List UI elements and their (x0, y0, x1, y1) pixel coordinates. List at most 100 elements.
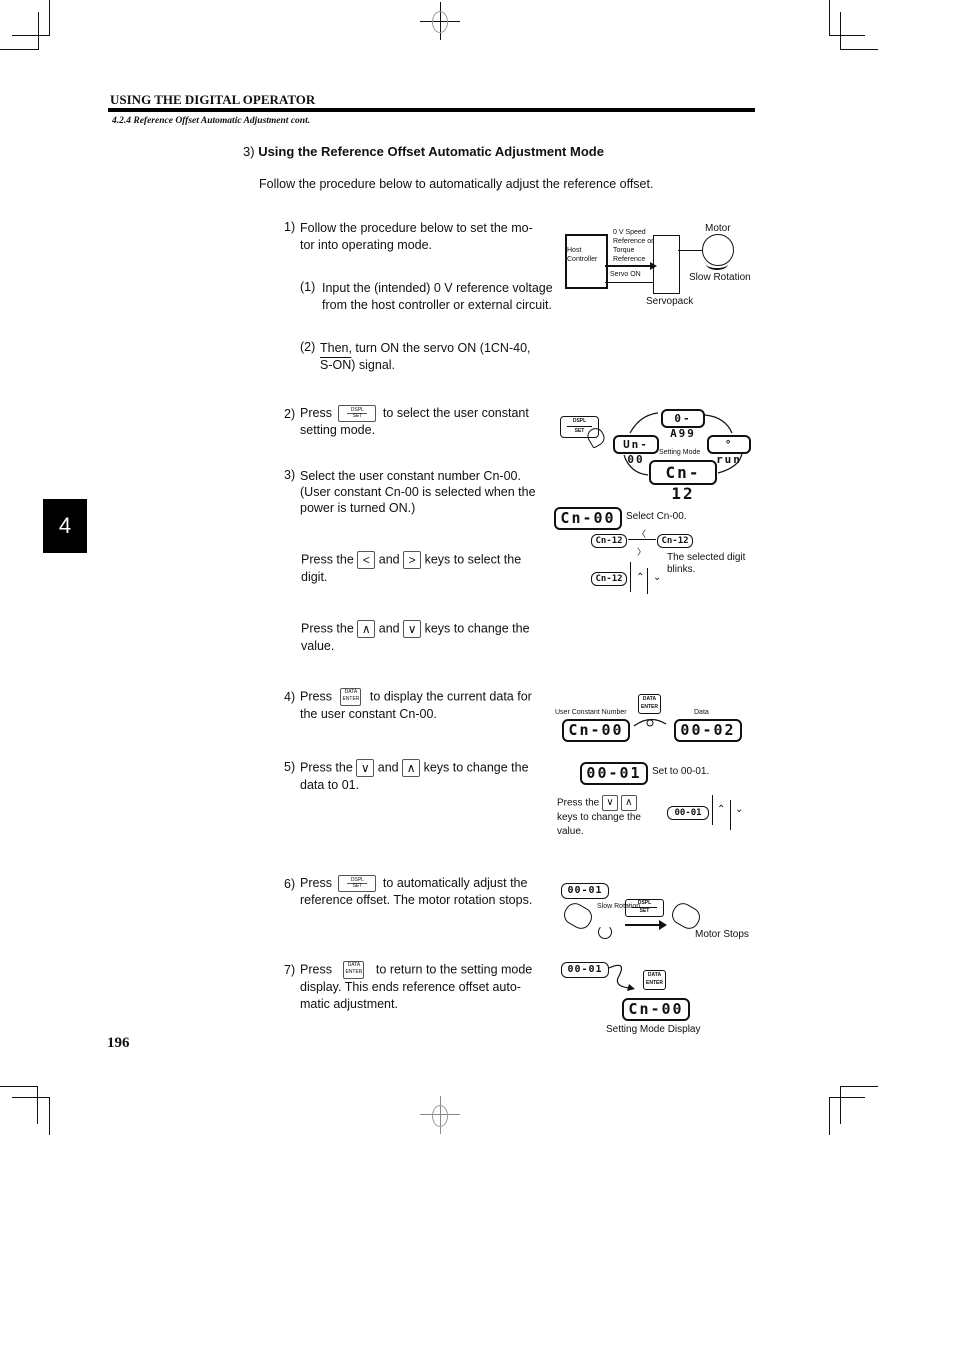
page-number: 196 (107, 1035, 130, 1051)
section-title: Using the Reference Offset Automatic Adj… (258, 144, 604, 159)
dspl-set-key[interactable]: DSPL SET (338, 405, 377, 423)
right-key-icon: 〉 (637, 547, 647, 557)
step-7-text: Press DATA ENTER to return to the setting… (300, 961, 533, 1011)
left-key[interactable]: < (357, 551, 376, 569)
motor-stopped-icon (668, 899, 704, 933)
subsection-title: 4.2.4 Reference Offset Automatic Adjustm… (112, 116, 311, 126)
display-updown: Cn-12 (591, 572, 627, 586)
step-1-text: Follow the procedure below to set the mo… (300, 220, 533, 254)
step-1-number: 1) (284, 220, 296, 234)
substep-2-line2: ) signal. (351, 358, 396, 372)
down-key-illustration: ∨ (602, 795, 619, 811)
down-arrow-icon (647, 568, 648, 594)
step-3-line2: (User constant Cn-00 is selected when th… (300, 485, 536, 499)
substep-2-line1: Then, turn ON the servo ON (1CN-40, (320, 341, 531, 355)
display-00-01-step6: 00-01 (561, 883, 609, 899)
swap-arrows-icon (628, 539, 656, 540)
reference-line (605, 265, 653, 267)
servopack-box (653, 235, 680, 294)
step-6-number: 6) (284, 877, 296, 891)
dspl-set-key-step6[interactable]: DSPL SET (338, 875, 377, 893)
rotation-arrow-icon (706, 258, 728, 270)
rotation-icon (598, 925, 612, 939)
return-arrow-icon (608, 964, 635, 991)
display-cn-00: Cn-00 (554, 507, 622, 530)
data-enter-key-illustration-2: DATA ENTER (643, 970, 666, 990)
motor-line (678, 250, 702, 251)
display-small-00-01: 00-01 (667, 806, 709, 820)
step-4-number: 4) (284, 690, 296, 704)
substep-1-text: Input the (intended) 0 V reference volta… (322, 280, 553, 314)
substep-1-line1: Input the (intended) 0 V reference volta… (322, 281, 553, 295)
right-key[interactable]: > (403, 551, 422, 569)
select-caption: Select Cn-00. (626, 511, 687, 522)
section-heading: 3) Using the Reference Offset Automatic … (243, 144, 604, 159)
signal-reference-label: 0 V Speed Reference or Torque Reference (613, 229, 654, 263)
header-rule (108, 108, 755, 112)
step-7-number: 7) (284, 963, 296, 977)
servo-on-label: Servo ON (610, 271, 641, 278)
substep-2-number: (2) (300, 340, 316, 354)
set-caption: Set to 00-01. (652, 766, 710, 777)
step-2-line2: setting mode. (300, 423, 376, 438)
host-controller-label: Host Controller (567, 247, 598, 263)
servopack-label: Servopack (646, 296, 694, 307)
down-arrow-icon-2 (730, 800, 731, 830)
display-cn-00-left: Cn-00 (562, 719, 630, 742)
step-3-text: Select the user constant number Cn-00. (… (300, 468, 536, 516)
up-key-step5[interactable]: ∧ (402, 759, 421, 777)
substep-2-text: Then, turn ON the servo ON (1CN-40, S-ON… (320, 340, 531, 374)
stop-arrow-icon (659, 920, 667, 930)
intro-text: Follow the procedure below to automatica… (259, 177, 654, 191)
step-5-text: Press the ∨ and ∧ keys to change the dat… (300, 759, 529, 792)
up-key-icon-2: ⌃ (717, 804, 726, 815)
servo-on-line (605, 282, 653, 283)
data-enter-key-illustration: DATA ENTER (638, 694, 661, 714)
display-00-01-step7: 00-01 (561, 962, 609, 978)
digit-select-text: Press the < and > keys to select the dig… (301, 551, 522, 584)
stop-arrow-line (625, 924, 661, 926)
running-head: USING THE DIGITAL OPERATOR (110, 92, 316, 107)
step-2-text: Press DSPL SET to select the user constan… (300, 405, 529, 439)
up-key[interactable]: ∧ (357, 620, 376, 638)
data-enter-key[interactable]: DATA ENTER (340, 688, 362, 706)
chapter-tab: 4 (43, 499, 87, 553)
step-2-pre: Press (300, 406, 332, 420)
cycle-arrows-icon (623, 412, 743, 476)
down-key[interactable]: ∨ (403, 620, 422, 638)
down-key-icon-2: ⌄ (735, 804, 744, 815)
step-3-line1: Select the user constant number Cn-00. (300, 469, 521, 483)
data-enter-key-step7[interactable]: DATA ENTER (343, 961, 365, 979)
display-00-02: 00-02 (674, 719, 742, 742)
down-key-icon: ⌄ (653, 572, 662, 583)
step-1-line1: Follow the procedure below to set the mo… (300, 221, 533, 235)
step-2-number: 2) (284, 407, 296, 421)
motor-rotating-icon (560, 899, 596, 933)
motor-label: Motor (705, 223, 731, 234)
setting-mode-display-caption: Setting Mode Display (606, 1024, 701, 1035)
value-change-text: Press the ∧ and ∨ keys to change the val… (301, 620, 530, 653)
dspl-set-key-illustration-2: DSPL SET (625, 899, 664, 917)
blink-caption: The selected digit blinks. (667, 552, 746, 575)
step-1-line2: tor into operating mode. (300, 238, 433, 252)
up-arrow-icon (630, 562, 631, 592)
step-2-post: to select the user constant (382, 406, 529, 420)
step-4-text: Press DATA ENTER to display the current d… (300, 688, 532, 721)
slow-rotation-label: Slow Rotation (689, 272, 751, 283)
display-cn-00-final: Cn-00 (622, 998, 690, 1021)
transition-arrow-icon (633, 718, 667, 727)
step-3-line3: power is turned ON.) (300, 501, 416, 515)
step-5-number: 5) (284, 760, 296, 774)
user-constant-number-label: User Constant Number (555, 709, 627, 716)
down-key-step5[interactable]: ∨ (356, 759, 375, 777)
substep-1-line2: from the host controller or external cir… (322, 298, 552, 312)
section-number: 3) (243, 144, 255, 159)
up-key-icon: ⌃ (636, 572, 645, 583)
data-label: Data (694, 709, 709, 716)
motor-stops-caption: Motor Stops (695, 929, 749, 940)
step-3-number: 3) (284, 468, 296, 482)
up-arrow-icon-2 (712, 795, 713, 825)
up-key-illustration: ∧ (620, 795, 637, 811)
display-blink-b: Cn-12 (657, 534, 693, 548)
press-keys-caption: Press the ∨ ∧ keys to change the value. (557, 795, 641, 837)
